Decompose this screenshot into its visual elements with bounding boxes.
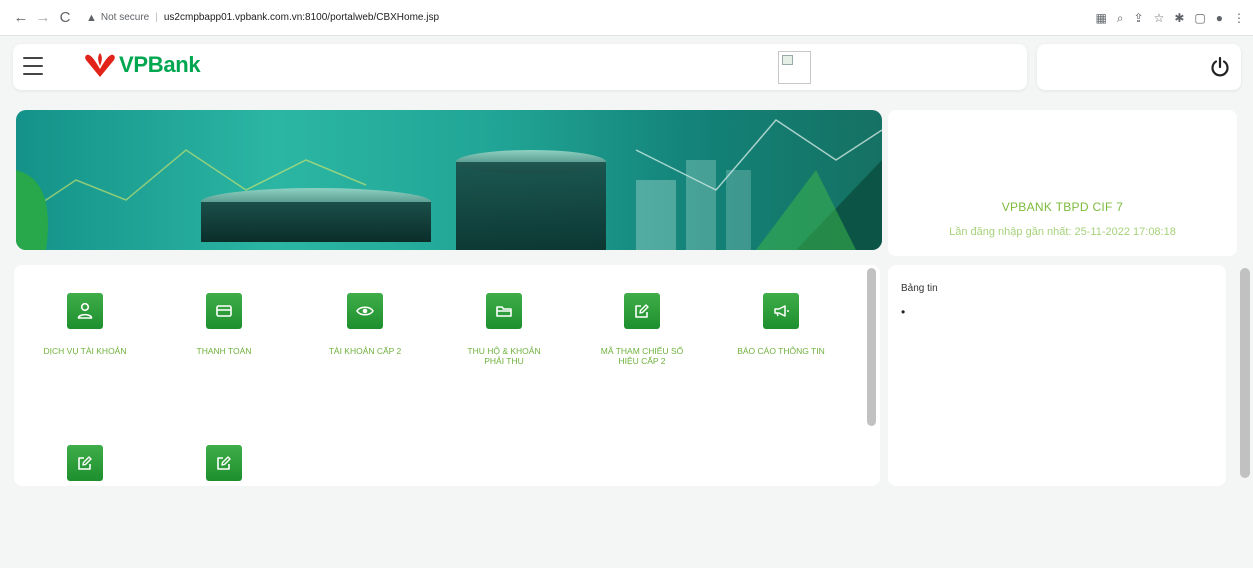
news-title: Bảng tin <box>901 283 938 294</box>
edit-icon <box>67 445 103 481</box>
news-panel: Bảng tin • <box>888 265 1226 486</box>
card-icon <box>206 293 242 329</box>
profile-icon[interactable]: ● <box>1216 11 1223 25</box>
menu-label: BÁO CÁO THÔNG TIN <box>737 346 825 356</box>
menu-item-account-services[interactable]: DỊCH VỤ TÀI KHOẢN <box>39 293 131 356</box>
news-bullet: • <box>901 305 906 319</box>
share-icon[interactable]: ⇪ <box>1134 11 1144 25</box>
page-scrollbar[interactable] <box>1240 268 1250 478</box>
security-label: Not secure <box>100 12 150 23</box>
separator: | <box>155 12 158 23</box>
user-actions-bar <box>1037 44 1241 90</box>
back-button[interactable]: ← <box>10 7 32 29</box>
menu-item-reference-code[interactable]: MÃ THAM CHIẾU SỐ HIỆU CẤP 2 <box>596 293 688 366</box>
hero-banner <box>16 110 882 250</box>
menu-label: TÀI KHOẢN CẤP 2 <box>328 346 402 356</box>
last-login-text: Lần đăng nhập gần nhất: 25-11-2022 17:08… <box>949 226 1176 238</box>
function-menu: DỊCH VỤ TÀI KHOẢN THANH TOÁN TÀI KHOẢN C… <box>14 265 880 486</box>
menu-item-7[interactable] <box>39 445 131 486</box>
vpbank-logo[interactable]: VPBank <box>83 52 201 78</box>
extensions-icon[interactable]: ✱ <box>1174 11 1184 25</box>
menu-label: MÃ THAM CHIẾU SỐ HIỆU CẤP 2 <box>600 346 684 366</box>
broken-image-placeholder <box>778 51 811 84</box>
sidepanel-icon[interactable]: ▢ <box>1194 11 1205 25</box>
menu-label: DỊCH VỤ TÀI KHOẢN <box>43 346 127 356</box>
hamburger-menu-icon[interactable] <box>23 57 43 75</box>
user-info-card: VPBANK TBPD CIF 7 Lần đăng nhập gần nhất… <box>888 110 1237 256</box>
bookmark-star-icon[interactable]: ☆ <box>1154 11 1165 25</box>
menu-item-collection[interactable]: THU HỘ & KHOẢN PHẢI THU <box>458 293 550 366</box>
menu-item-8[interactable] <box>178 445 270 486</box>
megaphone-icon <box>763 293 799 329</box>
warning-icon: ▲ <box>86 11 97 24</box>
menu-label: THANH TOÁN <box>196 346 252 356</box>
eye-icon <box>347 293 383 329</box>
menu-item-reports[interactable]: BÁO CÁO THÔNG TIN <box>735 293 827 356</box>
reload-button[interactable]: C <box>54 7 76 29</box>
menu-scrollbar[interactable] <box>867 268 876 426</box>
banner-coins-image <box>16 119 882 250</box>
zoom-icon[interactable]: ⌕ <box>1117 11 1124 26</box>
user-name: VPBANK TBPD CIF 7 <box>1001 200 1124 214</box>
url-text: us2cmpbapp01.vpbank.com.vn:8100/portalwe… <box>163 12 440 23</box>
translate-icon[interactable]: ▦ <box>1095 11 1106 25</box>
address-bar[interactable]: ▲ Not secure | us2cmpbapp01.vpbank.com.v… <box>86 12 439 24</box>
browser-tools: ▦ ⌕ ⇪ ☆ ✱ ▢ ● ⋮ <box>1095 0 1245 36</box>
menu-label: THU HỘ & KHOẢN PHẢI THU <box>467 346 541 366</box>
folder-icon <box>486 293 522 329</box>
forward-button[interactable]: → <box>32 7 54 29</box>
user-icon <box>67 293 103 329</box>
edit-icon <box>206 445 242 481</box>
browser-toolbar: ← → C ▲ Not secure | us2cmpbapp01.vpbank… <box>0 0 1253 36</box>
menu-item-sub-account[interactable]: TÀI KHOẢN CẤP 2 <box>319 293 411 356</box>
app-header: VPBank <box>13 44 1027 90</box>
logo-mark-icon <box>85 53 115 77</box>
menu-item-payment[interactable]: THANH TOÁN <box>178 293 270 356</box>
menu-dots-icon[interactable]: ⋮ <box>1233 11 1245 25</box>
logo-text: VPBank <box>119 52 201 77</box>
edit-icon <box>624 293 660 329</box>
power-icon[interactable] <box>1209 56 1231 78</box>
